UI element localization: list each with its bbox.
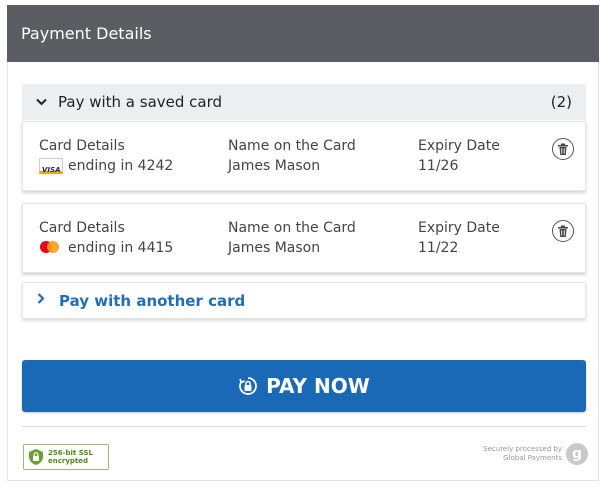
card-ending: ending in 4415 (68, 240, 174, 256)
cardholder-name: James Mason (228, 240, 321, 256)
card-details-label: Card Details (39, 220, 125, 236)
chevron-down-icon (36, 96, 58, 109)
secured-line1: Securely processed by (483, 445, 562, 453)
pay-now-button[interactable]: PAY NOW (22, 360, 586, 412)
ssl-lock-icon (28, 448, 44, 466)
cardholder-name: James Mason (228, 158, 321, 174)
pay-with-another-card[interactable]: Pay with another card (22, 282, 586, 319)
name-column: Name on the Card James Mason (228, 136, 356, 176)
another-card-label: Pay with another card (59, 291, 246, 310)
card-number-value: ending in 4415 (39, 238, 173, 258)
saved-card-accordion-header[interactable]: Pay with a saved card (2) (22, 84, 586, 120)
payment-panel: Payment Details Pay with a saved card (2… (7, 5, 599, 481)
panel-body: Pay with a saved card (2) Card Details V… (7, 62, 599, 481)
secured-by-badge: Securely processed by Global Payments g (483, 443, 588, 465)
card-number-value: VISA ending in 4242 (39, 156, 173, 176)
delete-card-button[interactable] (552, 138, 574, 160)
saved-card-row[interactable]: Card Details VISA ending in 4242 Name on… (22, 121, 586, 191)
chevron-right-icon (37, 293, 59, 308)
trash-icon (558, 225, 568, 237)
name-column: Name on the Card James Mason (228, 218, 356, 258)
pay-now-label: PAY NOW (266, 374, 370, 398)
card-ending: ending in 4242 (68, 158, 174, 174)
secured-text: Securely processed by Global Payments (483, 445, 562, 463)
secure-lock-icon (238, 376, 258, 396)
card-details-column: Card Details VISA ending in 4242 (39, 136, 173, 176)
trash-icon (558, 143, 568, 155)
ssl-badge: 256-bit SSL encrypted (23, 444, 109, 470)
ssl-line1: 256-bit SSL (48, 449, 93, 457)
mastercard-icon (39, 240, 63, 256)
expiry-label: Expiry Date (418, 138, 500, 154)
expiry-value: 11/26 (418, 158, 459, 174)
page-title: Payment Details (21, 24, 152, 43)
name-label: Name on the Card (228, 138, 356, 154)
saved-card-heading: Pay with a saved card (58, 93, 223, 111)
card-details-label: Card Details (39, 138, 125, 154)
delete-card-button[interactable] (552, 220, 574, 242)
expiry-column: Expiry Date 11/22 (418, 218, 500, 258)
name-label: Name on the Card (228, 220, 356, 236)
expiry-label: Expiry Date (418, 220, 500, 236)
card-details-column: Card Details ending in 4415 (39, 218, 173, 258)
ssl-line2: encrypted (48, 457, 89, 465)
secured-line2: Global Payments (503, 454, 562, 462)
saved-card-row[interactable]: Card Details ending in 4415 Name on the … (22, 203, 586, 273)
saved-card-count: (2) (550, 93, 572, 111)
expiry-column: Expiry Date 11/26 (418, 136, 500, 176)
global-payments-logo-icon: g (566, 443, 588, 465)
visa-icon: VISA (39, 158, 63, 174)
panel-header: Payment Details (7, 5, 599, 62)
ssl-text: 256-bit SSL encrypted (48, 449, 93, 465)
divider (22, 426, 586, 427)
expiry-value: 11/22 (418, 240, 459, 256)
